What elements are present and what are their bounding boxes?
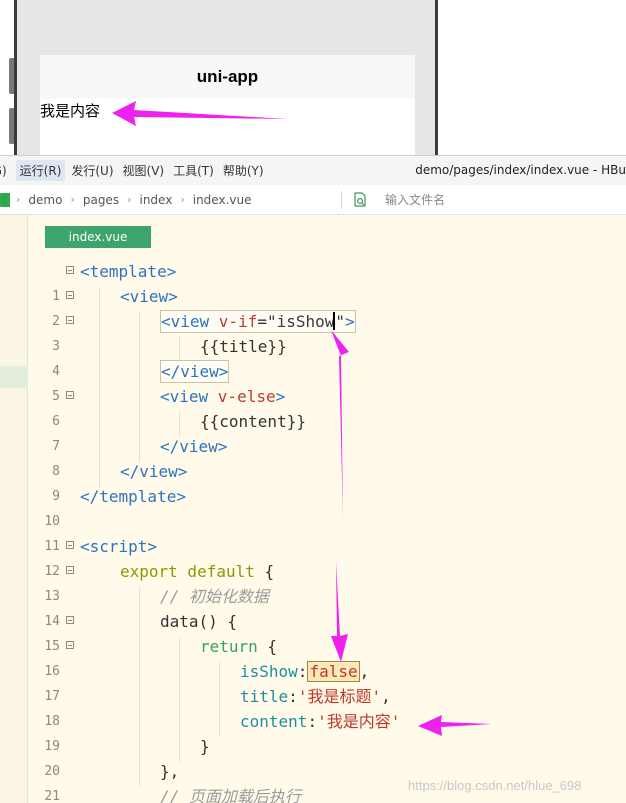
current-line-marker — [0, 366, 28, 388]
code-line: 8 </view> — [28, 434, 626, 479]
code-line: 1 <template> — [28, 259, 626, 304]
breadcrumb-item-demo[interactable]: demo — [28, 193, 62, 207]
code-line: 15 data() { — [28, 609, 626, 654]
fold-icon[interactable] — [66, 541, 74, 549]
code-token: {{title}} — [200, 337, 287, 356]
menu-publish[interactable]: 发行(U) — [71, 162, 122, 179]
code-line: 11 — [28, 509, 626, 554]
code-line: 4 {{title}} — [28, 334, 626, 379]
code-token: { — [257, 637, 278, 656]
phone-screen: uni-app 我是内容 — [40, 55, 415, 155]
menu-help[interactable]: 帮助(Y) — [223, 162, 273, 179]
code-line: 3 <view v-if="isShow"> — [28, 309, 626, 354]
editor-left-strip — [0, 215, 28, 803]
code-comment: // 初始化数据 — [160, 587, 269, 606]
code-line: 6 <view v-else> — [28, 384, 626, 429]
fold-icon[interactable] — [66, 391, 74, 399]
code-token: content — [240, 712, 308, 731]
code-token: } — [200, 737, 210, 756]
breadcrumb-item-index[interactable]: index — [139, 193, 172, 207]
breadcrumb-item-file[interactable]: index.vue — [193, 193, 252, 207]
code-token: export default — [120, 562, 255, 581]
code-token: : — [307, 712, 318, 731]
tab-index-vue[interactable]: index.vue — [45, 226, 151, 248]
code-token: title — [240, 687, 289, 706]
menu-bar: (G) 运行(R) 发行(U) 视图(V) 工具(T) 帮助(Y) demo/p… — [0, 155, 626, 185]
code-token-highlighted: false — [307, 661, 360, 682]
phone-nav-title: uni-app — [40, 55, 415, 99]
file-search-input[interactable] — [385, 190, 585, 210]
code-line: 14 // 初始化数据 — [28, 584, 626, 629]
code-token: </view> — [120, 462, 188, 481]
code-editor[interactable]: index.vue 1 <template> 2 <view> 3 <view … — [0, 215, 626, 803]
chevron-right-icon: › — [180, 193, 185, 206]
phone-content-text: 我是内容 — [40, 102, 101, 120]
code-lines: 1 <template> 2 <view> 3 <view v-if="isSh… — [28, 259, 626, 803]
watermark: https://blog.csdn.net/hlue_698 — [408, 778, 582, 793]
fold-icon[interactable] — [66, 566, 74, 574]
code-line: 7 {{content}} — [28, 409, 626, 454]
code-token: return — [200, 637, 258, 656]
chevron-right-icon: › — [127, 193, 132, 206]
fold-icon[interactable] — [66, 641, 74, 649]
code-token: <script> — [80, 537, 158, 556]
fold-icon[interactable] — [66, 616, 74, 624]
code-line: 2 <view> — [28, 284, 626, 329]
code-token: " — [335, 312, 346, 331]
code-line: 17 isShow: false, — [28, 659, 626, 704]
chevron-right-icon: › — [16, 193, 21, 206]
code-token: : — [288, 687, 298, 706]
code-token: v-else — [217, 387, 276, 406]
code-token: </view> — [161, 362, 229, 381]
code-line: 20 } — [28, 734, 626, 779]
code-line: 9 </view> — [28, 459, 626, 504]
code-token: , — [381, 687, 391, 706]
code-line: 18 title:'我是标题', — [28, 684, 626, 729]
code-token: </template> — [80, 487, 186, 506]
code-token: </view> — [160, 437, 228, 456]
code-line: 19 content:'我是内容' — [28, 709, 626, 754]
code-token: '我是内容' — [317, 712, 401, 731]
menu-run[interactable]: 运行(R) — [15, 160, 66, 181]
file-search-icon[interactable] — [353, 192, 367, 208]
code-token: { — [254, 562, 275, 581]
window-title: demo/pages/index/index.vue - HBu — [415, 163, 626, 177]
code-line: 16 return { — [28, 634, 626, 679]
fold-icon[interactable] — [66, 316, 74, 324]
chevron-right-icon: › — [70, 193, 75, 206]
menu-tools[interactable]: 工具(T) — [173, 162, 223, 179]
code-token: <view — [161, 312, 219, 331]
breadcrumb-item-pages[interactable]: pages — [83, 193, 119, 207]
code-line: 13 export default { — [28, 559, 626, 604]
phone-preview: uni-app 我是内容 — [0, 0, 626, 155]
code-token: "isShow — [266, 312, 335, 331]
menu-goto[interactable]: (G) — [0, 164, 16, 178]
code-token: = — [257, 312, 267, 331]
code-token: }, — [160, 762, 180, 781]
menu-view[interactable]: 视图(V) — [123, 162, 174, 179]
code-token: '我是标题' — [297, 687, 382, 706]
project-icon — [0, 192, 10, 207]
code-token: <template> — [80, 262, 177, 281]
code-token: <view — [160, 387, 218, 406]
code-line: 12 <script> — [28, 534, 626, 579]
breadcrumb: › demo › pages › index › index.vue — [0, 185, 626, 215]
toolbar-divider — [341, 191, 342, 209]
code-line: 10 </template> — [28, 484, 626, 529]
code-token: , — [359, 662, 370, 681]
code-line: 5 </view> — [28, 359, 626, 404]
code-token: isShow — [240, 662, 298, 681]
fold-icon[interactable] — [66, 291, 74, 299]
code-token: {{content}} — [200, 412, 306, 431]
code-token: <view> — [120, 287, 178, 306]
code-token: > — [345, 312, 355, 331]
code-token: : — [297, 662, 308, 681]
code-token: > — [275, 387, 286, 406]
code-token: v-if — [218, 312, 258, 331]
fold-icon[interactable] — [66, 266, 74, 274]
code-comment: // 页面加载后执行 — [160, 787, 301, 803]
code-token: data() { — [160, 612, 238, 631]
